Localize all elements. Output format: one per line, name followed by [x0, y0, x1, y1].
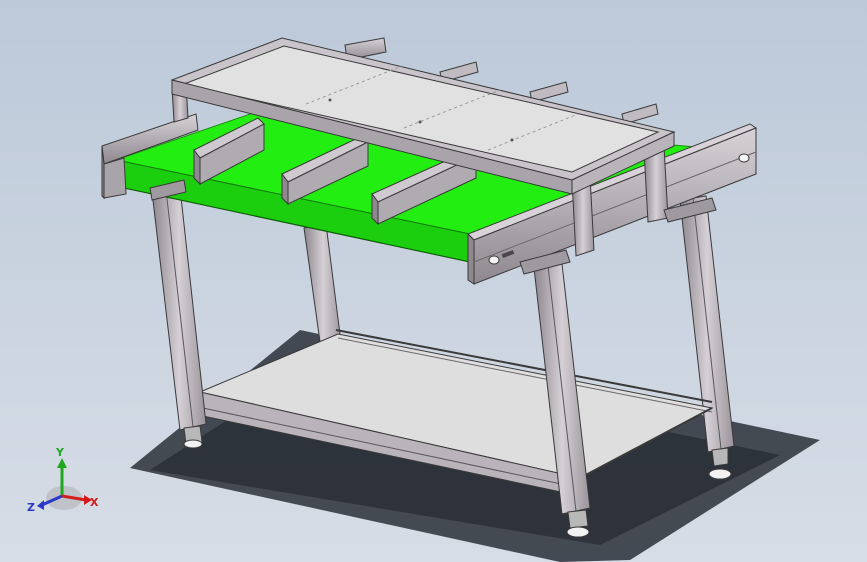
- graphics-viewport[interactable]: Y X Z: [0, 0, 867, 562]
- triad-z-label: Z: [27, 501, 35, 514]
- triad-y-label: Y: [55, 446, 65, 459]
- triad-z-arrow-icon: [37, 500, 44, 510]
- triad-x-label: X: [90, 496, 99, 509]
- triad-y-arrow-icon: [57, 458, 67, 468]
- coordinate-triad: Y X Z: [27, 446, 99, 514]
- leg-front-left: [151, 187, 207, 449]
- cad-model-view[interactable]: Y X Z: [0, 0, 867, 562]
